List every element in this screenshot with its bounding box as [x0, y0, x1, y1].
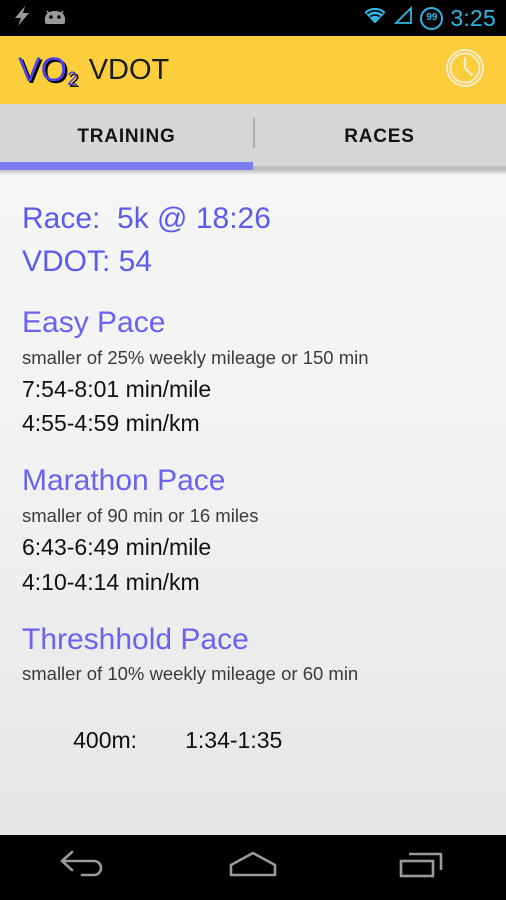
tab-training-label: TRAINING — [77, 126, 176, 147]
battery-level-text: 99 — [426, 12, 438, 23]
section-threshhold-pace: Threshhold Pace smaller of 10% weekly mi… — [22, 622, 484, 835]
status-bar-left-icons — [0, 5, 68, 32]
tab-races-label: RACES — [344, 126, 415, 147]
tab-bar: TRAINING RACES — [0, 104, 506, 170]
pace-row: 7:54-8:01 min/mile — [22, 375, 212, 402]
app-logo: VO 2 — [18, 51, 78, 90]
history-clock-button[interactable] — [442, 47, 488, 93]
back-arrow-icon — [58, 848, 110, 887]
app-title: VDOT — [88, 53, 170, 86]
training-content: Race: 5k @ 18:26 VDOT: 54 Easy Pace smal… — [0, 170, 506, 835]
app-logo-subscript: 2 — [67, 69, 78, 90]
action-bar: VO 2 VDOT — [0, 36, 506, 104]
tab-races[interactable]: RACES — [253, 104, 506, 170]
action-bar-actions — [442, 47, 506, 93]
wifi-icon — [363, 6, 387, 31]
usb-debug-icon — [12, 5, 32, 32]
section-title: Easy Pace — [22, 306, 166, 340]
section-note: smaller of 90 min or 16 miles — [22, 505, 259, 527]
pace-row-label: 800m: — [73, 828, 185, 835]
status-bar-right-icons: 99 3:25 — [363, 5, 506, 32]
pace-row: 400m: 1:34-1:35 — [22, 688, 484, 793]
section-marathon-pace: Marathon Pace smaller of 90 min or 16 mi… — [22, 463, 484, 599]
tab-training-indicator — [0, 162, 253, 170]
section-note: smaller of 10% weekly mileage or 60 min — [22, 663, 359, 685]
status-bar-clock: 3:25 — [450, 4, 496, 31]
battery-icon: 99 — [420, 6, 444, 30]
vdot-summary: VDOT: 54 — [22, 244, 153, 278]
pace-row-label: 400m: — [73, 726, 138, 753]
back-button[interactable] — [36, 843, 132, 893]
cell-signal-icon — [394, 5, 413, 31]
home-icon — [225, 848, 281, 887]
section-easy-pace: Easy Pace smaller of 25% weekly mileage … — [22, 305, 484, 441]
phone-screen: 99 3:25 VO 2 VDOT TRAINING RACES Race: 5… — [0, 0, 506, 900]
section-title: Threshhold Pace — [22, 622, 249, 656]
recents-button[interactable] — [374, 843, 470, 893]
pace-row: 4:55-4:59 min/km — [22, 410, 200, 437]
section-note: smaller of 25% weekly mileage or 150 min — [22, 346, 369, 368]
tab-divider — [253, 118, 255, 148]
home-button[interactable] — [205, 843, 301, 893]
cyanogenmod-icon — [42, 6, 68, 31]
app-logo-main: VO — [18, 51, 68, 89]
status-bar: 99 3:25 — [0, 0, 506, 36]
recents-icon — [396, 848, 448, 887]
pace-row: 4:10-4:14 min/km — [22, 568, 200, 595]
pace-row-value: 1:34-1:35 — [185, 726, 283, 753]
section-title: Marathon Pace — [22, 464, 226, 498]
navigation-bar — [0, 835, 506, 900]
race-summary: Race: 5k @ 18:26 — [22, 202, 271, 235]
pace-row: 6:43-6:49 min/mile — [22, 533, 212, 560]
clock-icon — [444, 47, 486, 94]
pace-row: 800m:3:09-3:12 — [22, 793, 484, 835]
tab-training[interactable]: TRAINING — [0, 104, 253, 170]
